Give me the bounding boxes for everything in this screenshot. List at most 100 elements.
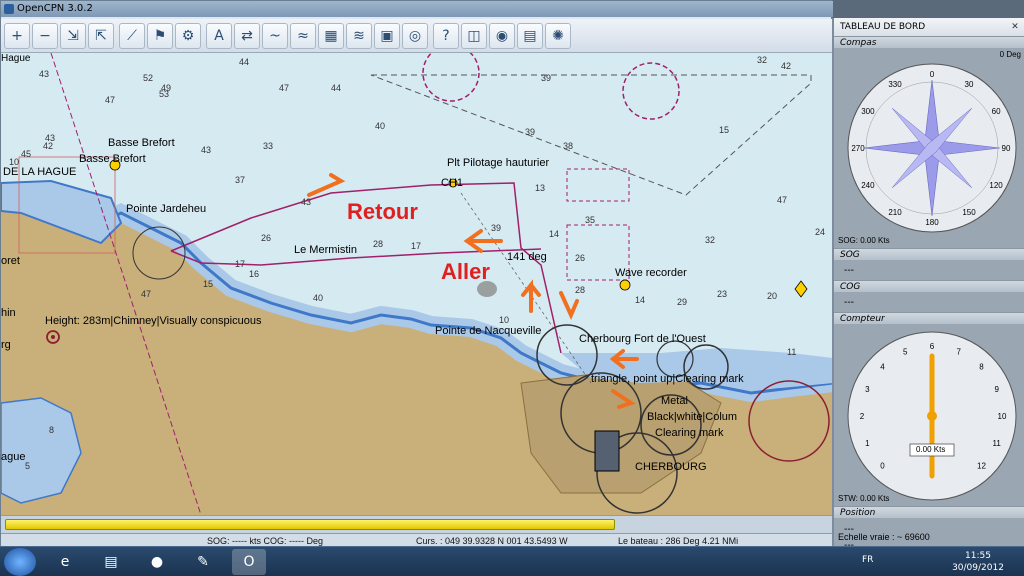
annotation-aller: Aller (441, 259, 490, 284)
label-ague: ague (1, 451, 26, 463)
help-icon[interactable]: ? (433, 22, 459, 49)
compass-tick-label: 270 (851, 144, 865, 153)
log-tick-label: 9 (994, 385, 999, 394)
safety-icon[interactable]: ◎ (402, 22, 428, 49)
dashboard-close-icon[interactable]: ✕ (1009, 21, 1021, 33)
current-icon[interactable]: ~ (262, 22, 288, 49)
depth-sounding: 32 (757, 55, 768, 65)
scale-in-icon[interactable]: ⇲ (60, 22, 86, 49)
internet-explorer-icon[interactable]: e (48, 549, 82, 575)
log-tick-label: 7 (957, 347, 962, 356)
track-icon[interactable]: ⚑ (147, 22, 173, 49)
log-hub (927, 411, 937, 421)
compass-dial: 0 30 60 90 120 150 180 210 240 270 300 330 (847, 63, 1017, 233)
ship-symbol (594, 430, 620, 472)
depth-sounding: 14 (549, 229, 560, 239)
depth-sounding: 23 (717, 289, 728, 299)
depth-sounding: 40 (375, 121, 386, 131)
grib-icon[interactable]: ▦ (318, 22, 344, 49)
log-tick-label: 8 (979, 363, 984, 372)
dashboard-title: TABLEAU DE BORD (840, 22, 926, 32)
depth-sounding: 20 (767, 291, 778, 301)
label-pointe-nacqueville: Pointe de Nacqueville (435, 325, 542, 337)
log-tick-label: 0 (880, 461, 885, 470)
label-basse-brefort: Basse Brefort (108, 137, 175, 149)
sog-instrument: --- (834, 260, 1024, 280)
log-instrument: 0 1 2 3 4 5 6 7 8 9 10 11 12 0.00 Kts STW: 0.00 Kts (834, 324, 1024, 506)
compass-tick-label: 180 (925, 218, 939, 227)
media-player-icon[interactable]: ● (140, 549, 174, 575)
auto-follow-icon[interactable]: ⇄ (234, 22, 260, 49)
chart-svg (1, 53, 833, 515)
layer-icon[interactable]: ▣ (374, 22, 400, 49)
depth-sounding: 42 (781, 61, 792, 71)
depth-sounding: 8 (49, 425, 55, 435)
log-tick-label: 4 (880, 363, 885, 372)
route-manager-icon[interactable]: ≋ (346, 22, 372, 49)
log-tick-label: 3 (865, 385, 870, 394)
file-explorer-icon[interactable]: ▤ (94, 549, 128, 575)
sog-value: --- (844, 265, 854, 276)
depth-sounding: 16 (249, 269, 260, 279)
depth-sounding: 24 (815, 227, 826, 237)
tray-clock[interactable]: 11:55 30/09/2012 (950, 550, 1006, 574)
depth-sounding: 11 (787, 347, 797, 357)
start-button[interactable] (4, 548, 36, 576)
opencpn-icon[interactable]: O (232, 549, 266, 575)
depth-sounding: 44 (239, 57, 250, 67)
route-icon[interactable]: ⟋ (119, 22, 145, 49)
scale-out-icon[interactable]: ⇱ (88, 22, 114, 49)
log-dial: 0123456789101112 (847, 331, 1017, 501)
depth-sounding: 43 (39, 69, 50, 79)
label-plt-pilotage: Plt Pilotage hauturier (447, 157, 550, 169)
app-window: OpenCPN 3.0.2 + − ⇲ ⇱ ⟋ ⚑ ⚙ A ⇄ ~ ≈ ▦ ≋ ▣ ◎? ◫ ◉ ▤ ✺ (0, 0, 833, 547)
depth-sounding: 28 (373, 239, 384, 249)
label-heading: 141 deg (507, 251, 547, 263)
depth-sounding: 38 (563, 141, 574, 151)
radar-icon[interactable]: ✺ (545, 22, 571, 49)
depth-sounding: 47 (279, 83, 290, 93)
settings-icon[interactable]: ⚙ (175, 22, 201, 49)
label-hague-top: Hague (1, 53, 31, 64)
tide-icon[interactable]: ≈ (290, 22, 316, 49)
dashboard-title-bar[interactable]: TABLEAU DE BORD ✕ (834, 18, 1024, 36)
paint-icon[interactable]: ✎ (186, 549, 220, 575)
depth-sounding: 40 (313, 293, 324, 303)
log-tick-label: 5 (903, 347, 908, 356)
log-tick-label: 11 (993, 439, 1002, 448)
label-cherbourg: CHERBOURG (635, 461, 707, 473)
tray-time: 11:55 (965, 551, 991, 561)
progress-bar (5, 519, 615, 530)
depth-sounding: 15 (203, 279, 214, 289)
dashboard-icon[interactable]: ◫ (461, 22, 487, 49)
dashboard-panel: TABLEAU DE BORD ✕ Compas 0 Deg 0 30 60 90 12… (832, 18, 1024, 558)
depth-sounding: 45 (21, 149, 32, 159)
globe-icon[interactable]: ◉ (489, 22, 515, 49)
yellow-x-mark (794, 280, 808, 298)
photo-icon[interactable]: ▤ (517, 22, 543, 49)
depth-sounding: 44 (331, 83, 342, 93)
status-scale: Echelle vraie : ~ 69600 (838, 532, 930, 542)
label-basse-brefort-2: Basse Brefort (79, 153, 146, 165)
compass-tick-label: 330 (888, 80, 902, 89)
chart-canvas[interactable]: 43 52 44 44 47 53 43 45 10 42 47 43 40 39 32 42 47 43 37 26… (1, 53, 833, 515)
window-titlebar[interactable]: OpenCPN 3.0.2 (1, 1, 833, 17)
buoy-wave-recorder (619, 279, 631, 291)
tray-language[interactable]: FR (862, 555, 873, 565)
log-tick-label: 2 (860, 412, 865, 421)
label-black-white: Black|white|Colum (647, 411, 738, 423)
zoom-in-icon[interactable]: + (4, 22, 30, 49)
log-tick-label: 12 (977, 461, 986, 470)
label-metal: Metal (661, 395, 688, 407)
label-ch1: CH1 (441, 177, 464, 189)
text-icon[interactable]: A (206, 22, 232, 49)
compass-tick-label: 30 (965, 80, 974, 89)
compass-instrument: 0 Deg 0 30 60 90 120 150 180 210 240 270 300 330 SO… (834, 48, 1024, 248)
compass-tick-label: 300 (861, 107, 875, 116)
sog-header: SOG (834, 248, 1024, 260)
depth-sounding: 10 (499, 315, 510, 325)
circle-zone-1 (422, 53, 480, 102)
zoom-out-icon[interactable]: − (32, 22, 58, 49)
label-la-hague: DE LA HAGUE (3, 166, 77, 178)
cog-value: --- (844, 297, 854, 308)
